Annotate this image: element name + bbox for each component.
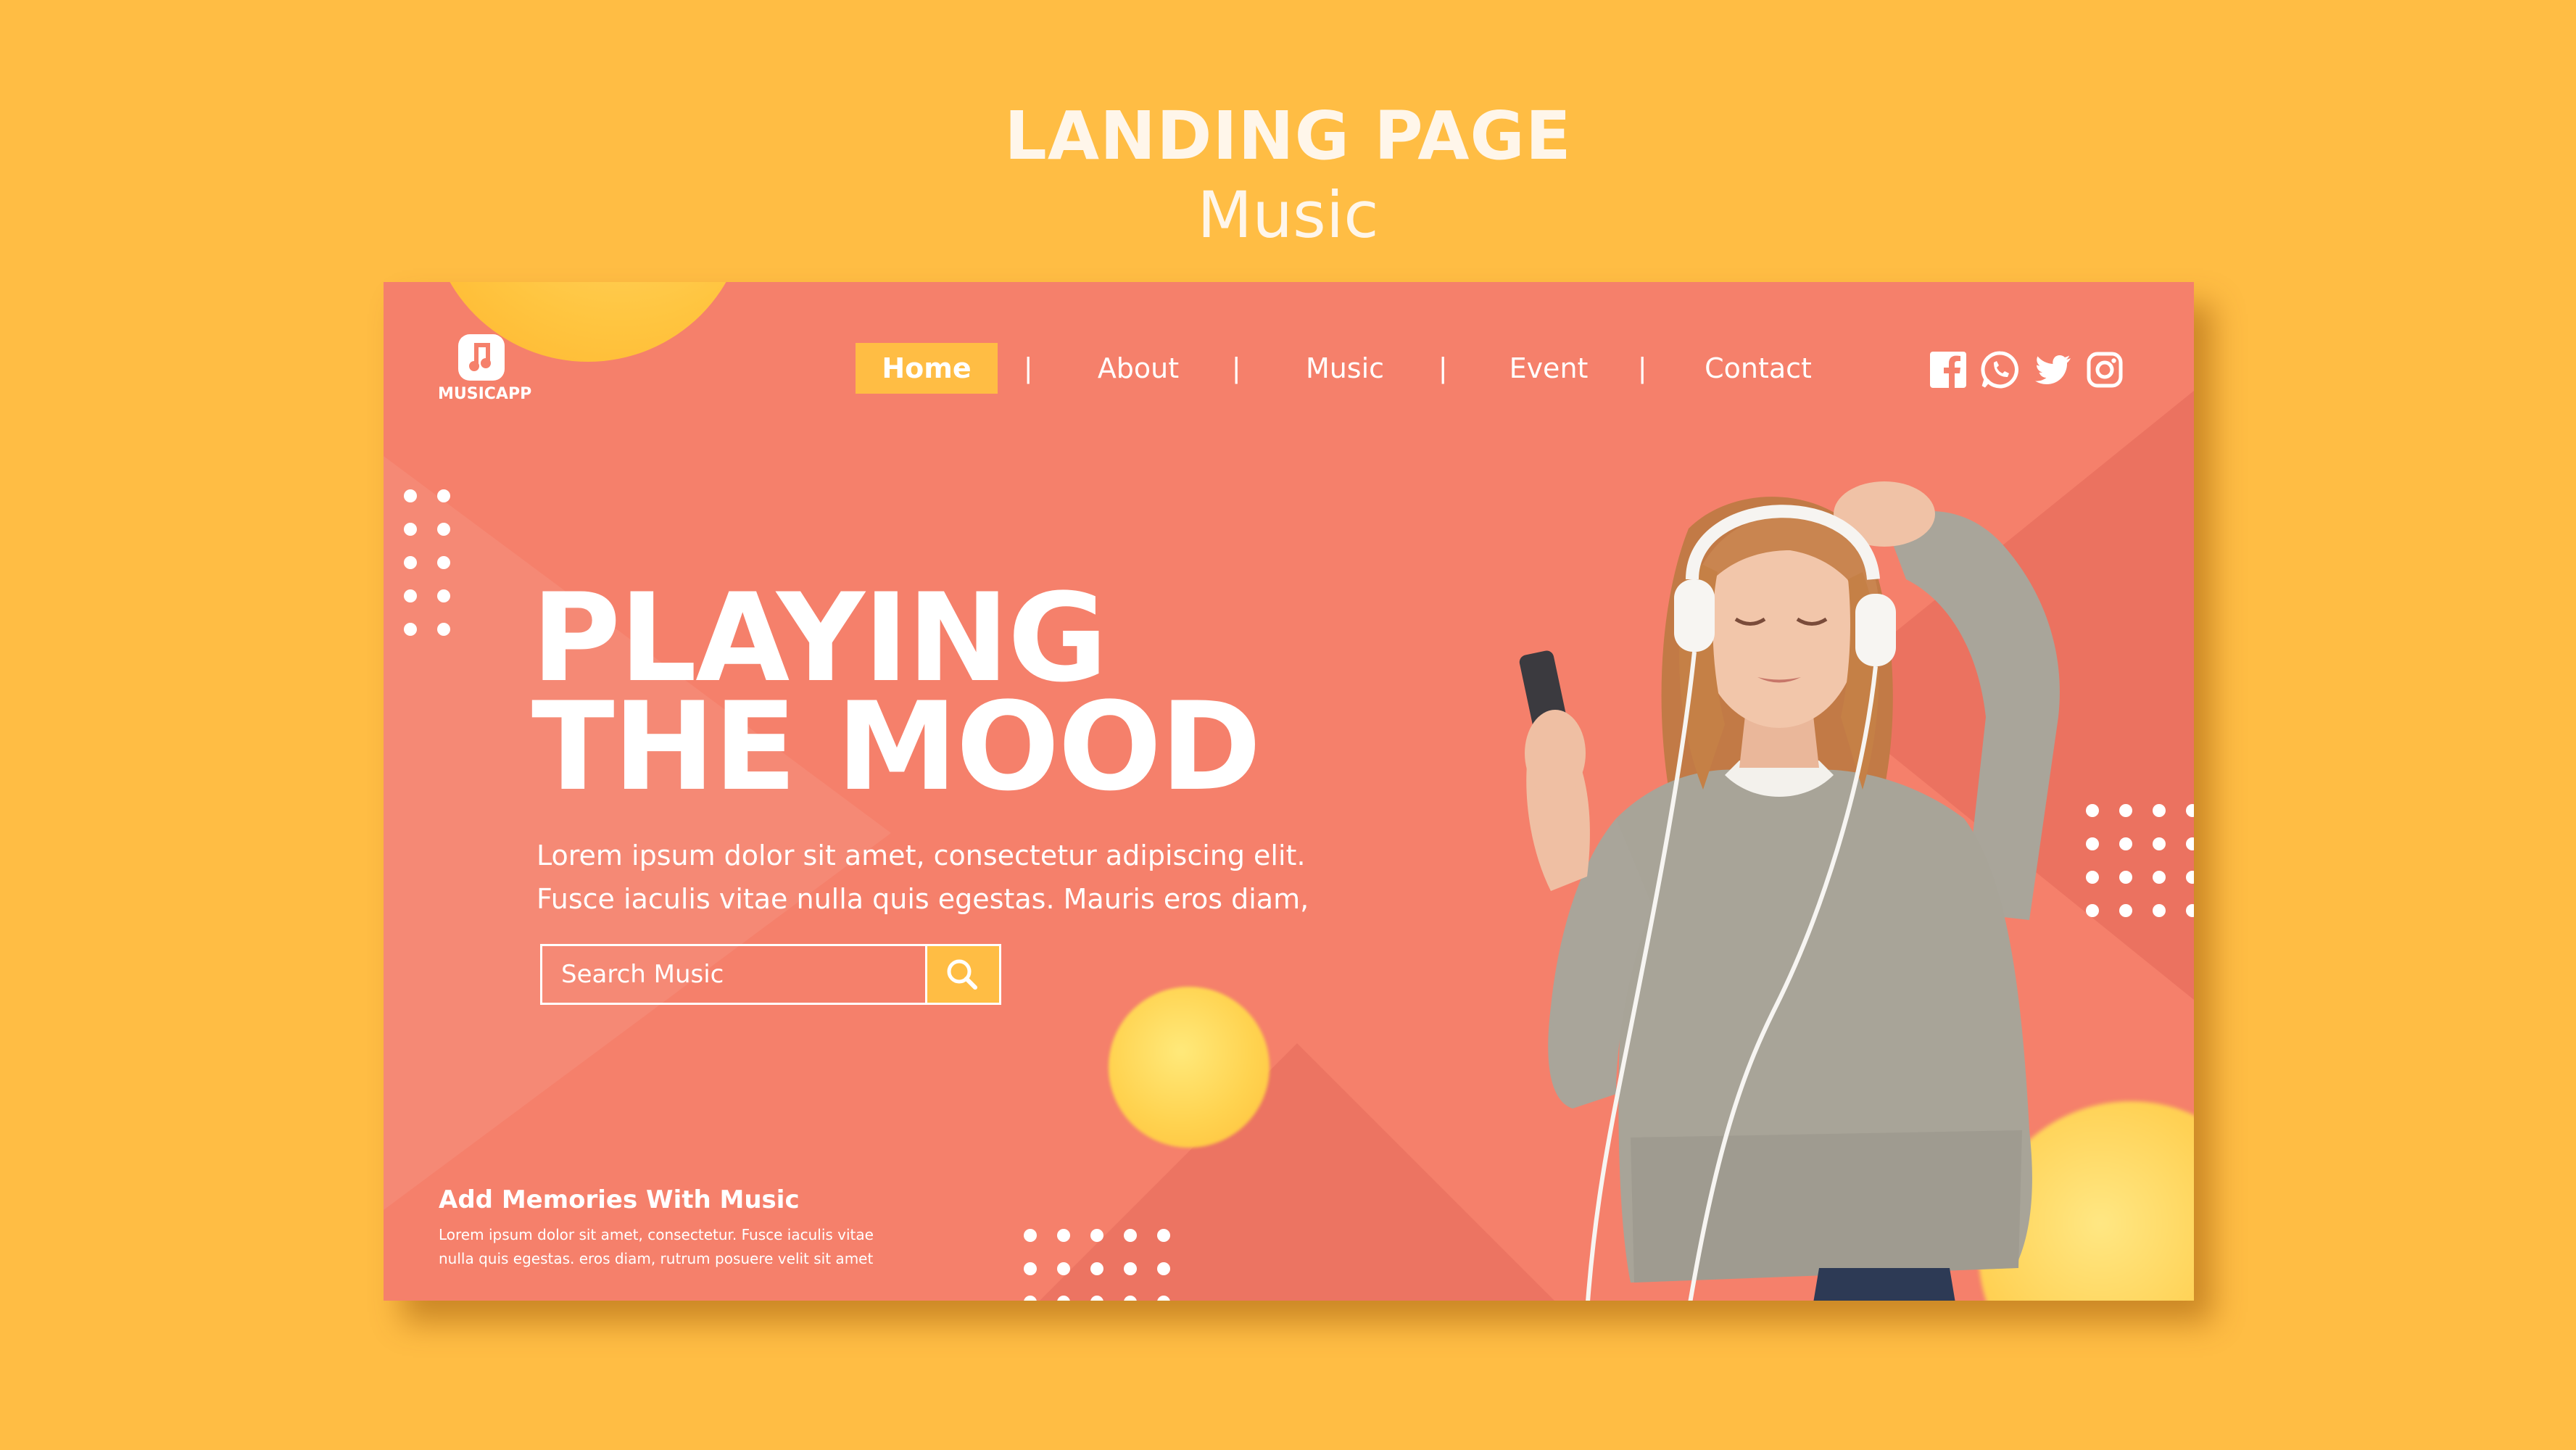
hero-title-line: THE MOOD [531,676,1262,818]
footer-title: Add Memories With Music [439,1185,800,1214]
hero-photo [1519,481,2060,1301]
nav-separator: | [1439,352,1447,384]
dot-pattern [384,489,457,636]
page-heading: LANDING PAGE [1004,97,1572,175]
social-links [1929,350,2143,391]
facebook-icon[interactable] [1929,350,1968,389]
music-note-icon [458,334,505,381]
nav-separator: | [1639,352,1647,384]
page-subheading: Music [1197,178,1379,252]
dot-pattern [1024,1229,1170,1301]
nav-music[interactable]: Music [1272,343,1417,394]
search-button[interactable] [925,946,999,1003]
instagram-icon[interactable] [2085,350,2124,389]
nav-contact[interactable]: Contact [1675,343,1842,394]
nav-home[interactable]: Home [856,343,998,394]
logo[interactable]: MUSICAPP [438,334,532,403]
footer-text-line: nulla quis egestas. eros diam, rutrum po… [439,1250,874,1267]
nav-about[interactable]: About [1066,343,1211,394]
landing-mockup: MUSICAPP Home | About | Music | Event | … [384,282,2194,1301]
hero-title: PLAYING THE MOOD [531,577,1262,818]
hero-description: Lorem ipsum dolor sit amet, consectetur … [537,834,1309,921]
hero-text-line: Fusce iaculis vitae nulla quis egestas. … [537,883,1309,915]
footer-text: Lorem ipsum dolor sit amet, consectetur.… [439,1223,903,1271]
search-input[interactable] [542,946,925,1003]
nav-separator: | [1024,352,1032,384]
footer-text-line: Lorem ipsum dolor sit amet, consectetur.… [439,1226,874,1243]
whatsapp-icon[interactable] [1981,350,2020,389]
decorative-circle [1109,987,1270,1148]
logo-text: MUSICAPP [438,385,532,403]
nav-separator: | [1233,352,1241,384]
search-icon [947,959,977,990]
hero-text-line: Lorem ipsum dolor sit amet, consectetur … [537,840,1306,871]
search-bar [540,944,1001,1005]
nav-event[interactable]: Event [1476,343,1621,394]
twitter-icon[interactable] [2033,350,2072,389]
